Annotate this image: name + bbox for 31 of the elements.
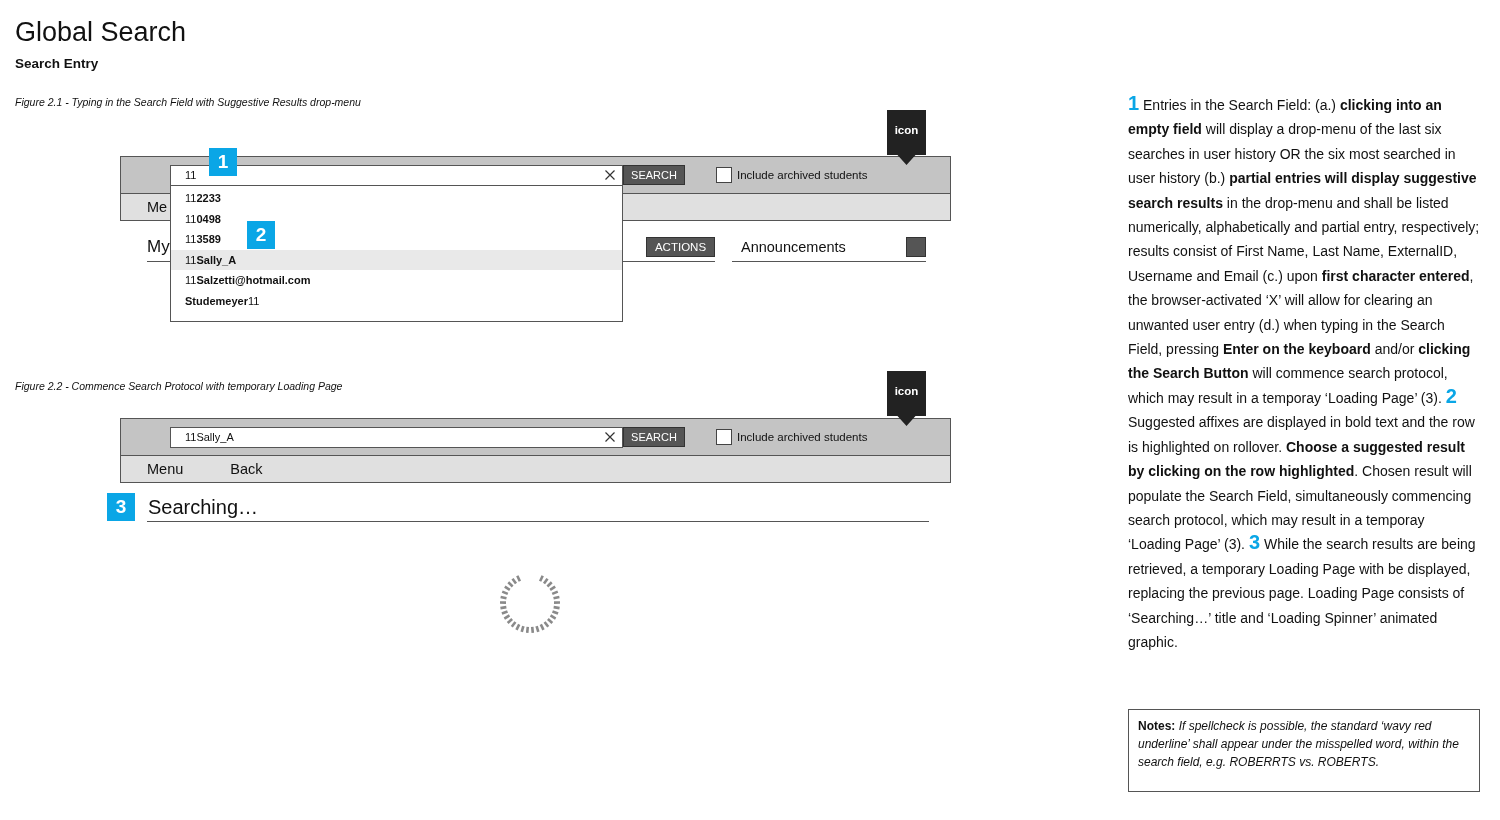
page-heading: Searching… [147, 493, 929, 522]
page-title: Global Search [15, 16, 187, 49]
section-heading: My [147, 237, 170, 257]
suggestion-item[interactable]: 113589 [185, 229, 221, 250]
search-field[interactable]: 11Sally_A [170, 426, 623, 448]
figure-caption: Figure 2.1 - Typing in the Search Field with Suggestive Results drop-menu [15, 95, 361, 110]
suggestion-item[interactable]: 112233 [185, 188, 221, 209]
actions-button[interactable]: ACTIONS [646, 237, 715, 257]
checkbox[interactable] [716, 429, 732, 445]
suggestion-item[interactable]: Studemeyer11 [185, 290, 260, 311]
close-icon[interactable] [605, 432, 615, 442]
callout-badge: 3 [107, 493, 135, 521]
checkbox-label: Include archived students [737, 431, 868, 443]
search-button[interactable]: SEARCH [623, 165, 685, 185]
suggestion-item[interactable]: 110498 [185, 208, 221, 229]
menu-item[interactable]: Back [230, 461, 263, 477]
notes-text: Notes: If spellcheck is possible, the standard ‘wavy red underline’ shall appear under the misspelled word, within the search field, e.g. ROBERRTS vs. ROBERTS. [1138, 718, 1460, 771]
suggestion-item[interactable]: 11Sally_A [171, 249, 622, 270]
menu-item[interactable]: Menu [147, 461, 184, 477]
description-text: 1 Entries in the Search Field: (a.) clicking into an empty field will display a drop-menu of the last six searches in user history OR the six most searched in user history (b.) partial entries will display suggestive search results in the drop-menu and shall be listed numerically, alphabetically and partial entry, respectively; results consist of First Name, Last Name, ExternalID, Username and Email (c.) upon first character entered, the browser-activated ‘X’ will allow for clearing an unwanted user entry (d.) when typing in the Search Field, pressing Enter on the keyboard and/or clicking the Search Button will commence search protocol, which may result in a temporay ‘Loading Page’ (3). 2 Suggested affixes are displayed in bold text and the row is highlighted on rollover. Choose a suggested result by clicking on the row highlighted. Chosen result will populate the Search Field, simultaneously commencing search protocol, which may result in a temporay ‘Loading Page’ (3). 3 While the search results are being retrieved, a temporary Loading Page with be displayed, replacing the previous page. Loading Page consists of ‘Searching…’ title and ‘Loading Spinner’ animated graphic. [1128, 93, 1480, 652]
announcements-heading: Announcements [741, 239, 846, 255]
callout-badge: 1 [209, 148, 237, 176]
callout-badge: 2 [247, 221, 275, 249]
figure-caption: Figure 2.2 - Commence Search Protocol with temporary Loading Page [15, 379, 343, 394]
checkbox[interactable] [716, 167, 732, 183]
search-button[interactable]: SEARCH [623, 427, 685, 447]
page-subtitle: Search Entry [15, 55, 99, 73]
close-icon[interactable] [605, 170, 615, 180]
checkbox-label: Include archived students [737, 169, 868, 181]
menu-item[interactable]: Me [147, 199, 168, 215]
suggestion-item[interactable]: 11Salzetti@hotmail.com [185, 270, 311, 291]
